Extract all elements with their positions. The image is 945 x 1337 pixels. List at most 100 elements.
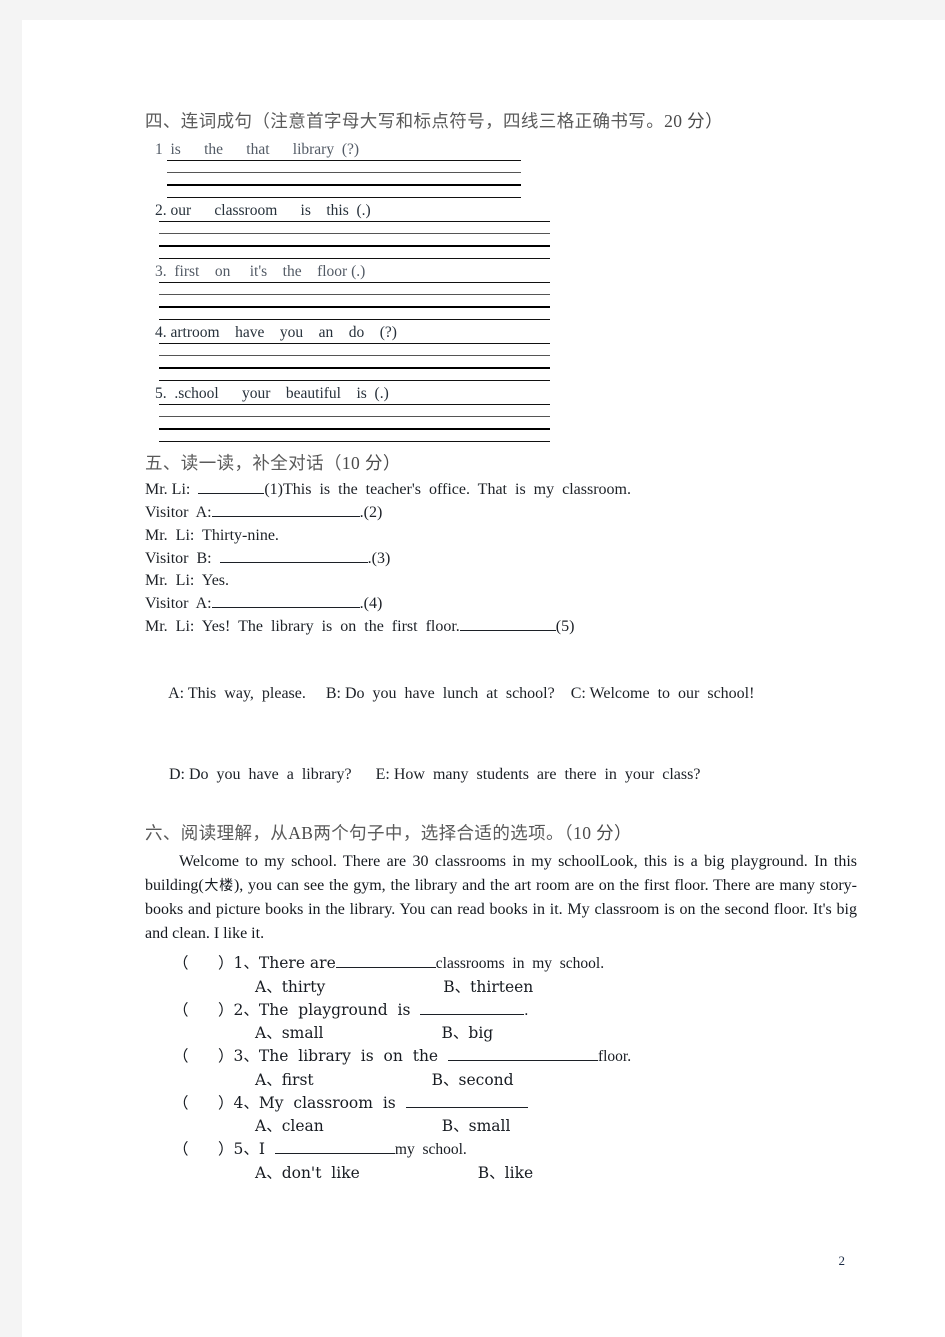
mc-question-suffix: . bbox=[524, 1001, 529, 1019]
writing-rule-gap bbox=[159, 247, 550, 258]
four-line-writing-grid[interactable] bbox=[159, 403, 550, 442]
mc-question-prefix[interactable]: （ ）4、My classroom is bbox=[173, 1094, 406, 1112]
mc-question-suffix: floor. bbox=[597, 1048, 632, 1066]
dialogue-options-row-1: A: This way, please. B: Do you have lunc… bbox=[145, 661, 865, 728]
dialogue-speaker-text: Mr. Li: Yes. bbox=[145, 572, 230, 590]
mc-option-b[interactable]: B、like bbox=[478, 1164, 533, 1182]
dialogue-line-suffix: .(4) bbox=[359, 595, 383, 613]
dialogue-options-row-1-text: A: This way, please. B: Do you have lunc… bbox=[168, 684, 755, 702]
writing-rule-gap bbox=[159, 369, 550, 380]
mc-option-row: A、first B、second bbox=[145, 1069, 865, 1092]
mc-option-row: A、clean B、small bbox=[145, 1115, 865, 1138]
mc-question-prefix[interactable]: （ ）5、I bbox=[173, 1140, 275, 1158]
document-page: 四、连词成句（注意首字母大写和标点符号，四线三格正确书写。20 分） 1 is … bbox=[22, 20, 945, 1337]
mc-question-stem: （ ）1、There are classrooms in my school. bbox=[145, 952, 865, 975]
word-order-prompt: 2. our classroom is this (.) bbox=[155, 201, 371, 219]
writing-rule-line bbox=[159, 318, 550, 320]
dialogue-line: Visitor A: .(4) bbox=[145, 593, 865, 616]
writing-rule-line bbox=[159, 440, 550, 442]
writing-rule-line bbox=[159, 257, 550, 259]
four-line-writing-grid[interactable] bbox=[159, 220, 550, 259]
section-6-heading-text-b: 两个句子中，选择合适的选项。（ bbox=[313, 823, 574, 844]
mc-option-a[interactable]: A、small bbox=[255, 1024, 324, 1042]
section-4-heading-text: 四、连词成句（注意首字母大写和标点符号，四线三格正确书写。 bbox=[145, 112, 665, 132]
writing-rule-line bbox=[159, 379, 550, 381]
dialogue-answer-blank[interactable] bbox=[198, 493, 265, 495]
word-order-item: 4. artroom have you an do (?) bbox=[145, 324, 865, 381]
mc-option-a[interactable]: A、clean bbox=[255, 1117, 324, 1135]
mc-option-b[interactable]: B、big bbox=[442, 1024, 494, 1042]
word-order-item: 1 is the that library (?) bbox=[145, 141, 865, 198]
passage-text-part-3: ), you can see the gym, the library and … bbox=[145, 877, 858, 943]
mc-answer-blank[interactable] bbox=[420, 1013, 525, 1015]
writing-rule-gap bbox=[159, 234, 550, 245]
mc-answer-blank[interactable] bbox=[405, 1106, 528, 1108]
dialogue-list: Mr. Li: (1)This is the teacher's office.… bbox=[145, 479, 865, 638]
dialogue-line: Mr. Li: (1)This is the teacher's office.… bbox=[145, 479, 865, 502]
dialogue-speaker-text: Mr. Li: Thirty-nine. bbox=[145, 526, 279, 544]
writing-rule-gap bbox=[159, 283, 550, 294]
mc-option-b[interactable]: B、thirteen bbox=[443, 978, 533, 996]
four-line-writing-grid[interactable] bbox=[159, 281, 550, 320]
dialogue-line: Visitor B: .(3) bbox=[145, 548, 865, 571]
dialogue-line-suffix: (5) bbox=[555, 617, 575, 635]
mc-answer-blank[interactable] bbox=[447, 1060, 598, 1062]
writing-rule-gap bbox=[167, 161, 521, 172]
page-content: 四、连词成句（注意首字母大写和标点符号，四线三格正确书写。20 分） 1 is … bbox=[145, 110, 865, 1185]
section-6-heading-text-a: 六、阅读理解，从 bbox=[145, 823, 289, 844]
dialogue-line-suffix: (1)This is the teacher's office. That is… bbox=[264, 481, 631, 499]
four-line-writing-grid[interactable] bbox=[159, 342, 550, 381]
mc-question-stem: （ ）4、My classroom is bbox=[145, 1092, 865, 1115]
passage-chinese-gloss: 大楼 bbox=[203, 878, 234, 895]
mc-option-b[interactable]: B、second bbox=[432, 1071, 514, 1089]
mc-option-row: A、don't like B、like bbox=[145, 1162, 865, 1185]
mc-question-prefix[interactable]: （ ）1、There are bbox=[173, 954, 336, 972]
mc-question-stem: （ ）3、The library is on the floor. bbox=[145, 1045, 865, 1068]
section-5-heading-text: 五、读一读，补全对话（ bbox=[145, 453, 342, 474]
dialogue-line: Mr. Li: Yes. bbox=[145, 570, 865, 593]
four-line-writing-grid[interactable] bbox=[167, 159, 521, 198]
dialogue-options-row-2: D: Do you have a library? E: How many st… bbox=[145, 742, 865, 809]
word-order-prompt: 3. first on it's the floor (.) bbox=[155, 262, 366, 280]
writing-rule-line bbox=[167, 196, 521, 198]
section-6-heading-latin: AB bbox=[288, 822, 314, 843]
dialogue-speaker-text: Visitor A: bbox=[145, 595, 212, 613]
mc-question-suffix: my school. bbox=[394, 1141, 467, 1159]
writing-rule-gap bbox=[167, 186, 521, 197]
section-6-points: 10 分） bbox=[573, 822, 632, 843]
mc-option-a[interactable]: A、don't like bbox=[255, 1164, 360, 1182]
mc-question-prefix[interactable]: （ ）2、The playground is bbox=[173, 1001, 420, 1019]
dialogue-speaker-text: Mr. Li: bbox=[145, 481, 199, 499]
mc-option-a[interactable]: A、thirty bbox=[255, 978, 325, 996]
mc-option-a[interactable]: A、first bbox=[255, 1071, 314, 1089]
dialogue-speaker-text: Mr. Li: Yes! The library is on the first… bbox=[145, 617, 460, 635]
section-5-points: 10 分） bbox=[341, 452, 401, 473]
mc-option-row: A、small B、big bbox=[145, 1022, 865, 1045]
dialogue-answer-blank[interactable] bbox=[459, 629, 556, 631]
word-order-item: 5. .school your beautiful is (.) bbox=[145, 385, 865, 442]
writing-rule-gap bbox=[159, 356, 550, 367]
word-order-list: 1 is the that library (?) 2. our classroo… bbox=[145, 141, 865, 442]
word-order-prompt: 1 is the that library (?) bbox=[155, 140, 360, 158]
mc-answer-blank[interactable] bbox=[335, 967, 436, 969]
mc-question-prefix[interactable]: （ ）3、The library is on the bbox=[173, 1047, 448, 1065]
dialogue-options-row-2-text: D: Do you have a library? E: How many st… bbox=[169, 766, 701, 784]
section-6-heading: 六、阅读理解，从AB两个句子中，选择合适的选项。（10 分） bbox=[145, 822, 865, 847]
dialogue-answer-blank[interactable] bbox=[219, 561, 368, 563]
passage-text-part-1: Welcome to my school. There are 30 class… bbox=[179, 853, 600, 871]
dialogue-line: Mr. Li: Yes! The library is on the first… bbox=[145, 616, 865, 639]
mc-option-b[interactable]: B、small bbox=[442, 1117, 511, 1135]
word-order-item: 3. first on it's the floor (.) bbox=[145, 263, 865, 320]
dialogue-answer-blank[interactable] bbox=[211, 516, 360, 518]
multiple-choice-list: （ ）1、There are classrooms in my school. A、… bbox=[145, 952, 865, 1185]
mc-question-stem: （ ）2、The playground is . bbox=[145, 999, 865, 1022]
writing-rule-gap bbox=[159, 295, 550, 306]
reading-passage: Welcome to my school. There are 30 class… bbox=[145, 850, 857, 946]
mc-question-suffix: classrooms in my school. bbox=[435, 955, 605, 973]
mc-option-row: A、thirty B、thirteen bbox=[145, 976, 865, 999]
mc-answer-blank[interactable] bbox=[274, 1153, 395, 1155]
dialogue-answer-blank[interactable] bbox=[211, 607, 360, 609]
dialogue-line-suffix: .(2) bbox=[359, 504, 383, 522]
dialogue-line: Visitor A: .(2) bbox=[145, 502, 865, 525]
dialogue-line: Mr. Li: Thirty-nine. bbox=[145, 525, 865, 548]
